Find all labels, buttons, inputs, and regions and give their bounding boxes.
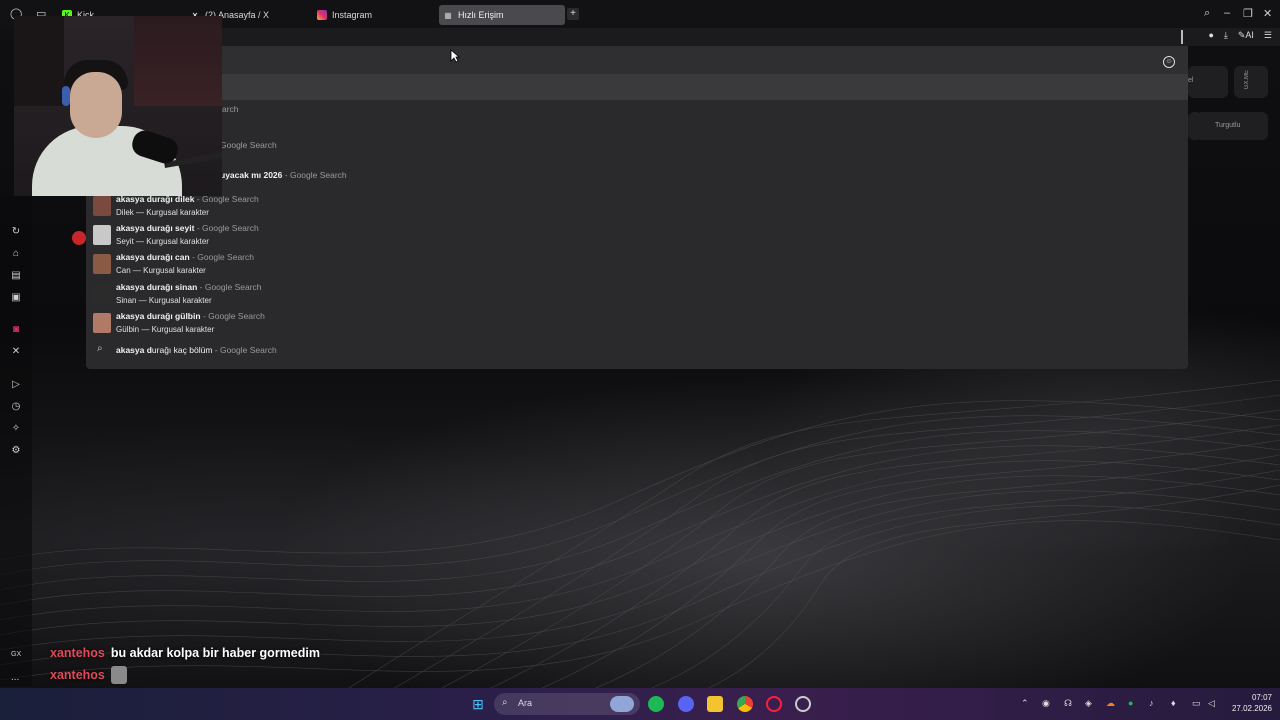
instagram-icon [317,10,327,20]
spotify-tray-icon[interactable]: ● [1128,698,1133,708]
suggestion-row[interactable]: akasya durağı dilek - Google Search Dile… [86,192,1188,221]
download-icon[interactable]: ⤓ [1224,30,1228,41]
steelseries-icon[interactable] [795,696,811,712]
tab-instagram[interactable]: Instagram [313,5,372,25]
speed-dial-icon: ▦ [444,10,452,20]
address-bar-input[interactable] [86,46,1188,74]
speed-icon[interactable]: ↻ [10,226,22,238]
discord-icon[interactable] [678,696,694,712]
new-tab-button[interactable]: + [567,8,579,20]
suggestion-row[interactable]: ⌕ akasya durağı kaç bölüm - Google Searc… [86,342,1188,358]
more-icon[interactable]: ... [11,672,19,683]
suggestion-row[interactable]: akasya durağı sinan - Google Search Sina… [86,280,1188,309]
stream-chat-overlay: xantehos bu akdar kolpa bir haber gormed… [50,642,320,686]
taskbar-search[interactable]: ⌕ Ara [494,693,640,715]
system-clock[interactable]: 07:07 27.02.2026 [1226,692,1272,714]
suggestion-row[interactable]: akasya durağı seyit - Google Search Seyi… [86,221,1188,250]
emoji-icon[interactable]: ☺ [1163,56,1175,68]
player-icon[interactable]: ▷ [10,379,22,391]
menu-icon[interactable]: ☰ [1264,30,1272,41]
suggestion-thumbnail [93,254,111,274]
suggestion-thumbnail [93,313,111,333]
gx-label[interactable]: GX [11,651,21,658]
search-suggestions-dropdown: arch Google Search uyacak mı 2026 - Goog… [86,46,1188,369]
speed-dial-tile[interactable]: el [1188,66,1228,98]
search-icon: ⌕ [502,697,508,708]
suggestion-row[interactable]: akasya durağı can - Google Search Can — … [86,250,1188,279]
spotify-icon[interactable] [648,696,664,712]
tab-speed-dial[interactable]: ▦ Hızlı Erişim [439,5,565,25]
suggestion-thumbnail [93,284,111,304]
cloud-icon[interactable]: ☁ [1106,698,1115,709]
microphone-tray-icon[interactable]: ♦ [1171,698,1176,708]
suggestion-partial[interactable]: Google Search [220,140,277,150]
profile-icon[interactable]: ● [1208,30,1213,41]
minimize-icon[interactable]: – [1224,7,1230,19]
headset-icon [62,86,70,106]
windows-taskbar: ⊞ ⌕ Ara ⌃ ◉ ☊ ◈ ☁ ● ♪ ♦ ▭ ◁ 07:07 27.02.… [0,688,1280,720]
ai-button[interactable]: ✎AI [1238,30,1254,41]
restore-icon[interactable]: ❐ [1243,7,1253,20]
windows-start-icon[interactable]: ⊞ [470,696,486,712]
display-icon[interactable]: ▭ [1192,698,1201,709]
volume-icon[interactable]: ♪ [1149,698,1154,708]
highlighted-suggestion[interactable] [86,74,1188,100]
chat-message: xantehos bu akdar kolpa bir haber gormed… [50,642,320,664]
streamer-face [70,72,122,138]
history-icon[interactable]: ◷ [10,401,22,413]
search-highlight-icon [610,696,634,712]
steam-icon[interactable]: ◈ [1085,698,1092,709]
chat-text: bu akdar kolpa bir haber gormedim [110,646,320,660]
opera-gx-icon[interactable] [766,696,782,712]
file-explorer-icon[interactable] [707,696,723,712]
news-icon[interactable]: ▤ [10,270,22,282]
suggestion-row[interactable]: akasya durağı gülbin - Google Search Gül… [86,309,1188,338]
scroll-indicator [1181,30,1183,44]
tab-label: Instagram [332,10,373,20]
cam-background [14,16,64,106]
toolbar-actions: ● ⤓ ✎AI ☰ [1208,30,1272,41]
chrome-icon[interactable] [737,696,753,712]
emote-icon [110,666,127,684]
chat-username: xantehos [50,646,105,660]
tray-app-icon[interactable]: ◉ [1042,698,1050,709]
suggestion-thumbnail [93,196,111,216]
headphones-icon[interactable]: ☊ [1064,698,1072,709]
speaker-icon[interactable]: ◁ [1208,698,1215,709]
cam-background [134,16,222,106]
search-tabs-icon[interactable]: ⌕ [1204,7,1210,20]
bag-icon[interactable]: ⌂ [10,248,22,260]
speed-dial-tile[interactable]: GX.ME [1234,66,1268,98]
x-sidebar-icon[interactable]: ✕ [10,346,22,358]
close-icon[interactable]: ✕ [1263,7,1272,20]
tray-expand-icon[interactable]: ⌃ [1021,698,1029,709]
chat-username: xantehos [50,668,105,682]
instagram-sidebar-icon[interactable]: ◙ [10,324,22,336]
tab-label: Hızlı Erişim [458,10,504,20]
mouse-cursor-icon [450,49,460,63]
suggestion-partial[interactable]: arch [222,104,239,114]
settings-icon[interactable]: ⚙ [10,445,22,457]
extensions-icon[interactable]: ✧ [10,423,22,435]
address-toolbar [222,28,1280,46]
gx-corner-icon[interactable]: ▣ [10,292,22,304]
search-icon: ⌕ [97,343,103,354]
speed-dial-tile[interactable]: Turgutlu [1196,112,1268,140]
suggestion-partial[interactable]: uyacak mı 2026 - Google Search [220,170,347,180]
webcam-overlay [14,16,222,196]
suggestion-thumbnail [93,225,111,245]
chat-message: xantehos [50,664,320,686]
red-logo-icon [72,231,86,245]
